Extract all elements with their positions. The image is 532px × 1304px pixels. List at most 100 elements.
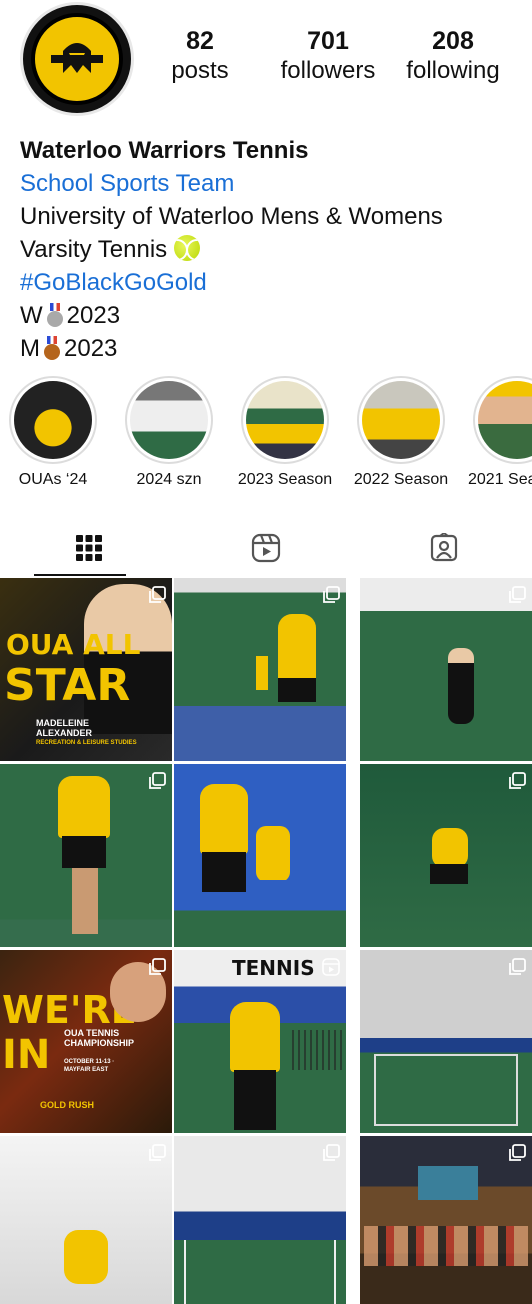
highlight-label: 2021 Sea: [468, 471, 532, 488]
grid-icon: [75, 535, 102, 561]
post-headline-big: IN: [2, 1032, 51, 1078]
highlight-2023-season[interactable]: 2023 Season: [230, 376, 340, 491]
tab-tagged[interactable]: [355, 520, 532, 576]
highlight-ring: [125, 376, 213, 464]
followers-stat[interactable]: 701 followers: [268, 26, 388, 86]
coach-photo: [230, 1002, 280, 1072]
highlight-cover: [246, 381, 324, 459]
reel-icon: [322, 958, 340, 976]
post-player-serve-2[interactable]: [360, 764, 532, 947]
highlight-ring: [473, 376, 532, 464]
highlight-2022-season[interactable]: 2022 Season: [346, 376, 456, 491]
player-skirt: [430, 864, 468, 884]
player-shorts: [202, 852, 246, 892]
carousel-icon: [149, 1144, 166, 1161]
men-medal-line: M 2023: [20, 332, 520, 365]
post-dome-court[interactable]: [360, 950, 532, 1133]
highlight-cover: [478, 381, 532, 459]
reel-title: TENNIS: [232, 956, 315, 980]
highlight-cover: [362, 381, 440, 459]
event-title: OUA TENNIS CHAMPIONSHIP: [64, 1028, 135, 1048]
carousel-icon: [509, 586, 526, 603]
men-prefix: M: [20, 335, 40, 362]
post-oua-all-star[interactable]: OUA ALL STAR MADELEINE ALEXANDER RECREAT…: [0, 578, 172, 761]
highlight-cover: [130, 381, 208, 459]
reels-icon: [251, 533, 280, 563]
highlight-label: 2023 Season: [237, 471, 333, 488]
profile-tabs: [0, 520, 532, 578]
highlight-label: 2022 Season: [353, 471, 449, 488]
court-net: [292, 1030, 346, 1070]
post-tennis-coach-reel[interactable]: TENNIS: [174, 950, 346, 1133]
post-team-dinner[interactable]: [360, 1136, 532, 1304]
coach-pants: [234, 1070, 276, 1130]
highlight-label: OUAs ‘24: [18, 471, 88, 488]
hashtag-link[interactable]: #GoBlackGoGold: [20, 266, 520, 299]
player-shorts: [62, 836, 106, 868]
player-photo: [432, 828, 468, 868]
court-lines: [374, 1054, 518, 1126]
highlight-cover: [14, 381, 92, 459]
post-headline-big: STAR: [4, 660, 131, 711]
following-count: 208: [432, 27, 474, 55]
post-player-forehand[interactable]: [174, 578, 346, 761]
carousel-icon: [323, 586, 340, 603]
followers-count: 701: [307, 27, 349, 55]
tennis-ball-icon: [173, 235, 200, 261]
carousel-icon: [509, 1144, 526, 1161]
following-label: following: [406, 57, 500, 84]
highlight-ouas-24[interactable]: OUAs ‘24: [0, 376, 108, 491]
carousel-icon: [149, 586, 166, 603]
bio-line-2: Varsity Tennis: [20, 233, 520, 266]
warriors-tennis-logo-icon: [31, 13, 123, 105]
carousel-icon: [323, 1144, 340, 1161]
profile-category-link[interactable]: School Sports Team: [20, 167, 520, 200]
partner-photo: [256, 826, 290, 882]
court-lines: [184, 1240, 336, 1304]
tv-screen: [418, 1166, 478, 1200]
men-year: 2023: [64, 335, 118, 362]
profile-name: Waterloo Warriors Tennis: [20, 137, 309, 164]
women-medal-line: W 2023: [20, 299, 520, 332]
bronze-medal-icon: [44, 336, 60, 360]
posts-label: posts: [171, 57, 229, 84]
carousel-icon: [509, 772, 526, 789]
highlight-ring: [357, 376, 445, 464]
event-date: OCTOBER 11-13 · MAYFAIR EAST: [64, 1059, 115, 1073]
tagged-icon: [430, 533, 457, 562]
player-photo: [448, 648, 474, 724]
post-headline: OUA ALL: [6, 628, 141, 661]
women-prefix: W: [20, 302, 43, 329]
women-year: 2023: [66, 302, 121, 329]
player-shorts: [278, 678, 316, 702]
story-highlights: OUAs ‘24 2024 szn 2023 Season 2022 Seaso…: [0, 376, 532, 496]
tab-reels[interactable]: [177, 520, 354, 576]
athlete-name: MADELEINE ALEXANDER: [36, 718, 93, 738]
highlight-ring: [241, 376, 329, 464]
team-group: [364, 1226, 528, 1266]
post-player-ready[interactable]: [0, 764, 172, 947]
player-photo: [278, 614, 316, 684]
post-indoor-court[interactable]: [174, 1136, 346, 1304]
silver-medal-icon: [46, 303, 63, 327]
post-dome-serve[interactable]: [0, 1136, 172, 1304]
player-photo: [200, 784, 248, 854]
profile-header: 82 posts 701 followers 208 following: [0, 0, 532, 130]
posts-count: 82: [186, 27, 214, 55]
carousel-icon: [149, 772, 166, 789]
highlight-2021-season[interactable]: 2021 Sea: [462, 376, 532, 491]
carousel-icon: [149, 958, 166, 975]
following-stat[interactable]: 208 following: [394, 26, 512, 86]
bio-line-1: University of Waterloo Mens & Womens: [20, 203, 443, 230]
post-doubles-pair[interactable]: [174, 764, 346, 947]
post-were-in[interactable]: WE'RE IN OUA TENNIS CHAMPIONSHIP OCTOBER…: [0, 950, 172, 1133]
tab-posts-grid[interactable]: [0, 520, 177, 576]
event-tag: GOLD RUSH: [40, 1100, 94, 1110]
post-player-serve-1[interactable]: [360, 578, 532, 761]
carousel-icon: [509, 958, 526, 975]
player-legs: [72, 868, 98, 934]
posts-stat[interactable]: 82 posts: [160, 26, 240, 86]
profile-avatar[interactable]: [20, 2, 134, 116]
followers-label: followers: [280, 57, 376, 84]
highlight-2024-szn[interactable]: 2024 szn: [114, 376, 224, 491]
